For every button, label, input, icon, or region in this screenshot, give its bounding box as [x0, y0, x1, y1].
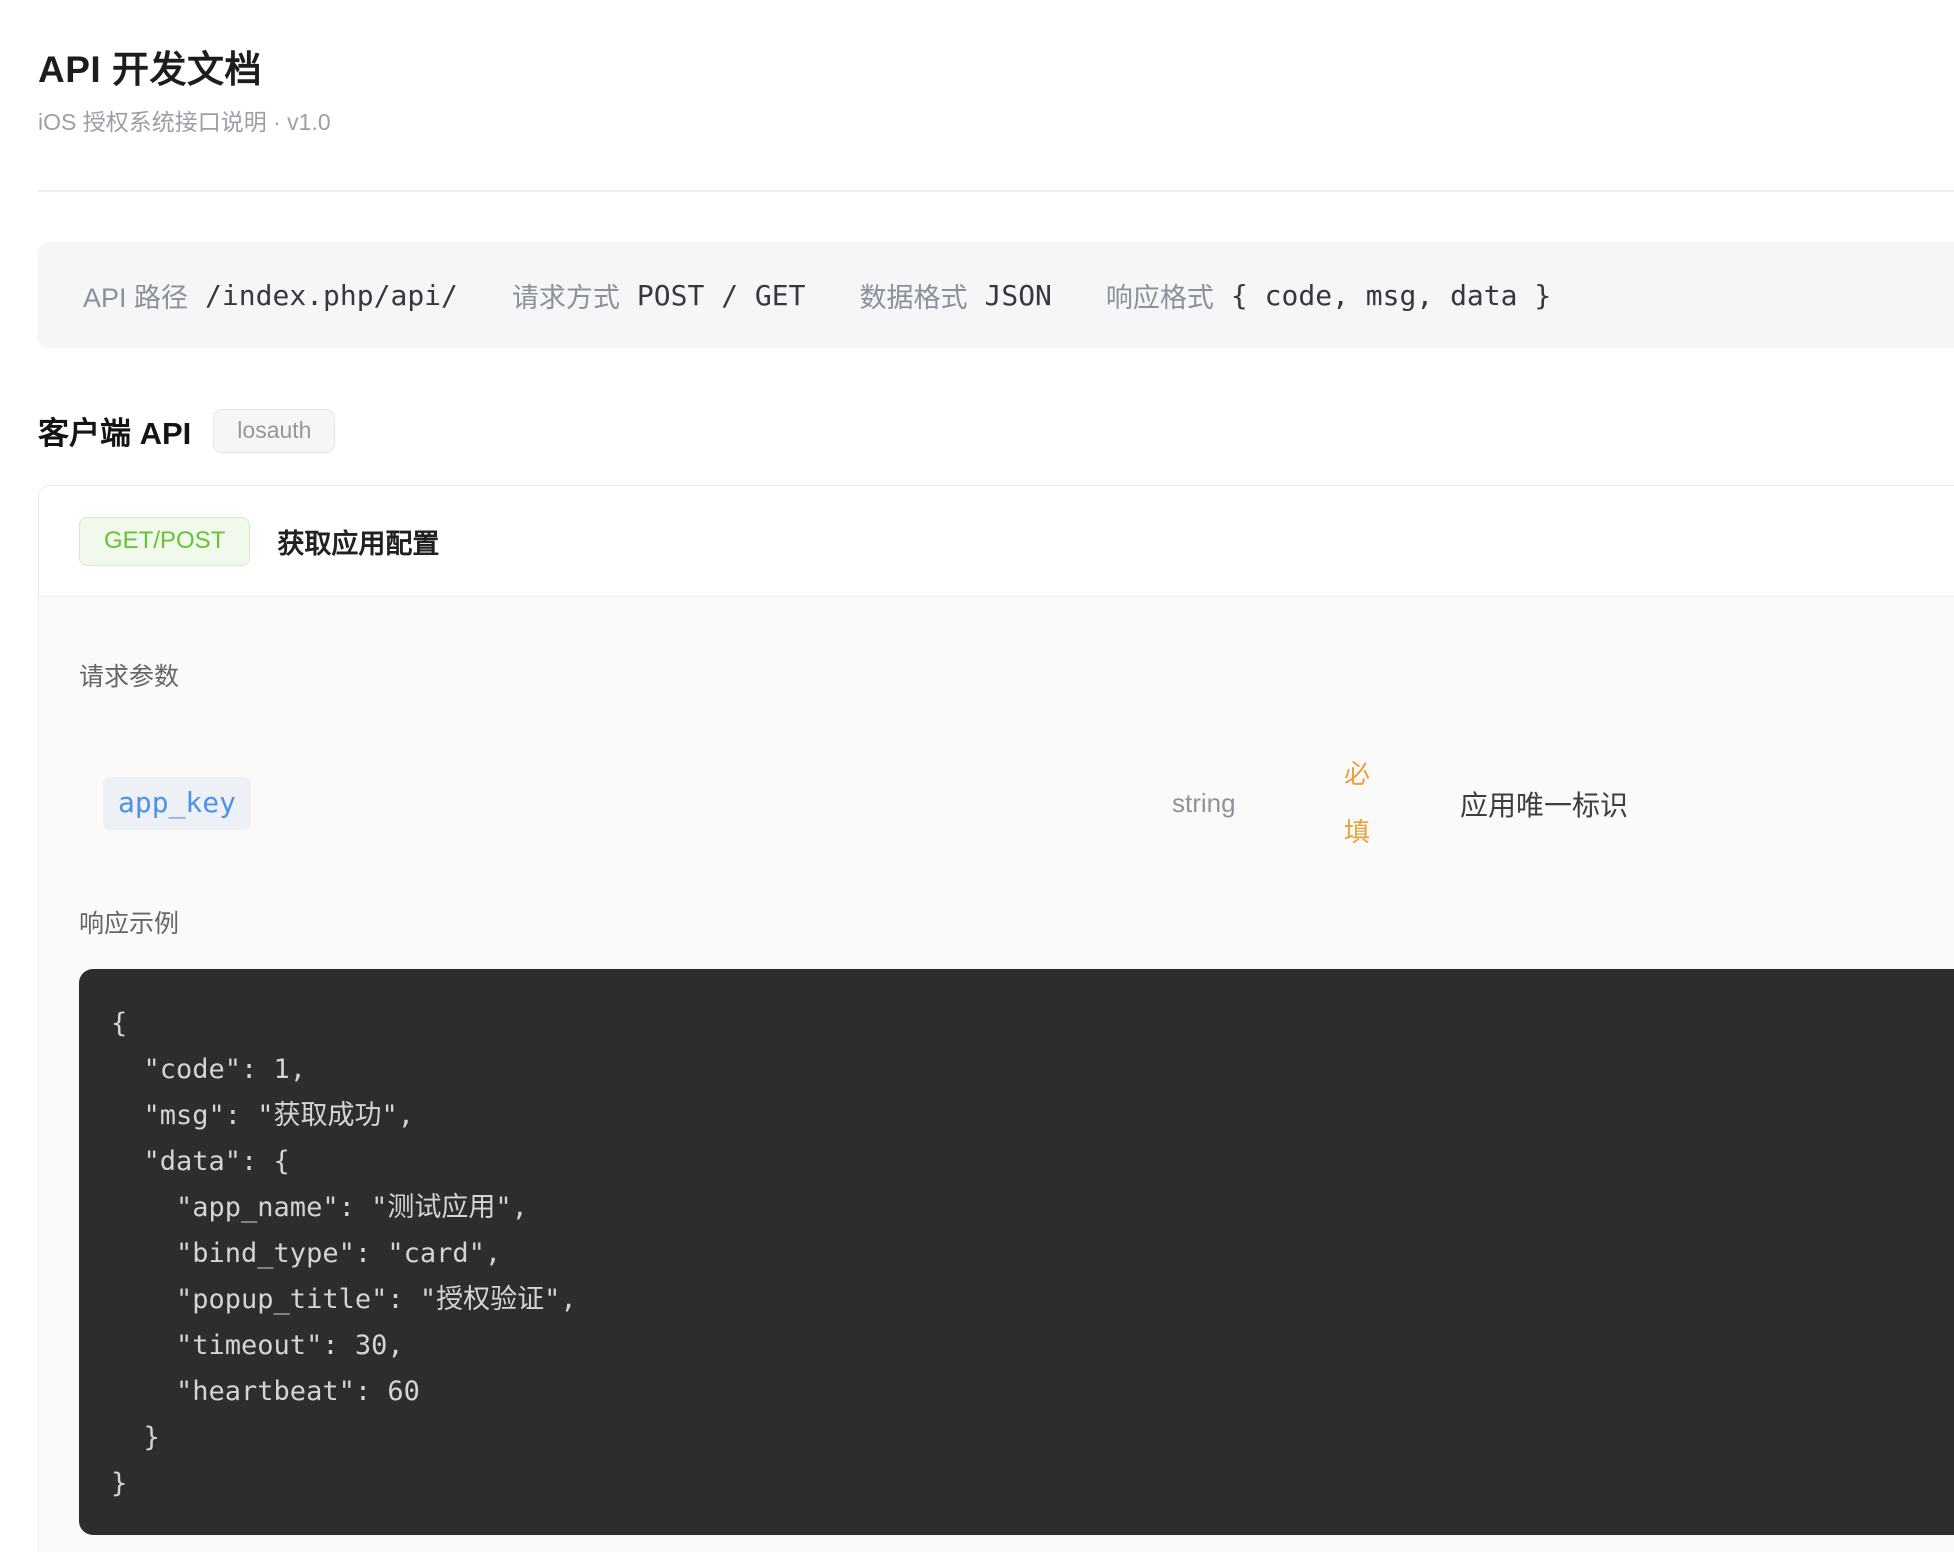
client-api-title: 客户端 API — [38, 408, 191, 453]
response-example-code-block: { "code": 1, "msg": "获取成功", "data": { "a… — [79, 969, 1954, 1535]
api-doc-page: API 开发文档 iOS 授权系统接口说明 · v1.0 API 路径 /ind… — [0, 48, 1954, 1552]
info-label: 响应格式 — [1106, 276, 1214, 315]
info-item-request-method: 请求方式 POST / GET — [512, 276, 806, 315]
response-example-heading: 响应示例 — [79, 911, 1954, 937]
info-label: 数据格式 — [859, 276, 967, 315]
http-method-badge: GET/POST — [79, 517, 250, 566]
info-label: API 路径 — [83, 276, 188, 315]
page-subtitle: iOS 授权系统接口说明 · v1.0 — [38, 108, 1954, 136]
param-required-cell: 必填 — [1344, 746, 1455, 860]
param-name-cell: app_key — [79, 777, 1172, 829]
param-name-chip: app_key — [103, 777, 251, 829]
endpoint-title: 获取应用配置 — [277, 522, 439, 561]
info-label: 请求方式 — [512, 276, 620, 315]
info-value: { code, msg, data } — [1231, 279, 1551, 312]
losauth-badge: losauth — [213, 409, 335, 453]
info-value: /index.php/api/ — [205, 279, 458, 312]
request-params-heading: 请求参数 — [79, 664, 1954, 690]
info-value: JSON — [984, 279, 1051, 312]
endpoint-card-body: 请求参数 app_key string 必填 应用唯一标识 响应示例 { "co… — [39, 596, 1954, 1552]
info-item-api-path: API 路径 /index.php/api/ — [83, 276, 458, 315]
page-title: API 开发文档 — [38, 48, 1954, 92]
info-item-data-format: 数据格式 JSON — [859, 276, 1051, 315]
param-row-app-key: app_key string 必填 应用唯一标识 — [79, 746, 1954, 860]
api-info-bar: API 路径 /index.php/api/ 请求方式 POST / GET 数… — [38, 242, 1954, 348]
json-code: { "code": 1, "msg": "获取成功", "data": { "a… — [111, 1001, 1918, 1507]
endpoint-card: GET/POST 获取应用配置 请求参数 app_key string 必填 应… — [38, 485, 1954, 1552]
param-description: 应用唯一标识 — [1455, 784, 1954, 824]
info-item-response-format: 响应格式 { code, msg, data } — [1106, 276, 1551, 315]
header-divider — [38, 190, 1954, 192]
param-type: string — [1172, 788, 1344, 819]
endpoint-card-header: GET/POST 获取应用配置 — [39, 486, 1954, 596]
info-value: POST / GET — [637, 279, 806, 312]
param-required-flag: 必填 — [1344, 746, 1374, 860]
client-api-section-head: 客户端 API losauth — [38, 408, 1954, 453]
